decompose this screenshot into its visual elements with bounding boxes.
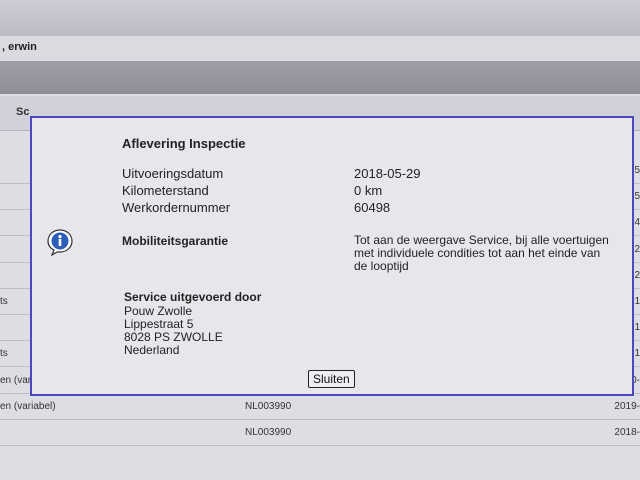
dialog-title: Aflevering Inspectie	[122, 136, 246, 151]
user-name: , erwin	[2, 41, 37, 53]
row-date: 1	[634, 322, 640, 334]
row-date: 5	[634, 165, 640, 176]
row-code: NL003990	[245, 400, 292, 412]
inspection-dialog: Aflevering Inspectie Uitvoeringsdatum 20…	[30, 116, 634, 396]
row-date: 5	[634, 191, 640, 203]
user-bar: , erwin	[0, 36, 640, 62]
row-date: 2	[634, 243, 640, 255]
service-address-line: Nederland	[124, 343, 180, 357]
row-date: 2018-	[614, 427, 640, 438]
mobility-guarantee-text: Tot aan de weergave Service, bij alle vo…	[354, 233, 609, 273]
row-description: en (variabel)	[0, 400, 56, 412]
row-description: ts	[0, 348, 8, 360]
row-code: NL003990	[245, 427, 292, 438]
field-value: 60498	[354, 200, 391, 215]
row-description: ts	[0, 296, 8, 307]
navigation-band	[0, 62, 640, 94]
mobility-guarantee-label: Mobiliteitsgarantie	[122, 234, 229, 248]
row-date: 4	[634, 217, 640, 229]
close-button[interactable]: Sluiten	[308, 370, 355, 388]
service-title: Service uitgevoerd door	[124, 290, 262, 304]
table-row[interactable]: en (variabel) NL003990 2019-	[0, 394, 640, 420]
service-address-line: 8028 PS ZWOLLE	[124, 330, 223, 344]
row-date: 2019-	[614, 400, 640, 412]
info-icon	[46, 228, 74, 257]
field-value: 0 km	[354, 183, 383, 198]
row-date: 1	[634, 296, 640, 307]
table-row[interactable]: NL003990 2018-	[0, 420, 640, 446]
column-header: Sc	[16, 106, 30, 118]
row-date: 1	[634, 348, 640, 360]
row-date: 2	[634, 269, 640, 281]
field-value: 2018-05-29	[354, 166, 421, 181]
service-address-line: Pouw Zwolle	[124, 304, 193, 318]
field-label: Werkordernummer	[122, 200, 231, 215]
app-top-bar	[0, 0, 640, 36]
field-label: Kilometerstand	[122, 183, 209, 198]
field-label: Uitvoeringsdatum	[122, 166, 224, 181]
service-address-line: Lippestraat 5	[124, 317, 194, 331]
